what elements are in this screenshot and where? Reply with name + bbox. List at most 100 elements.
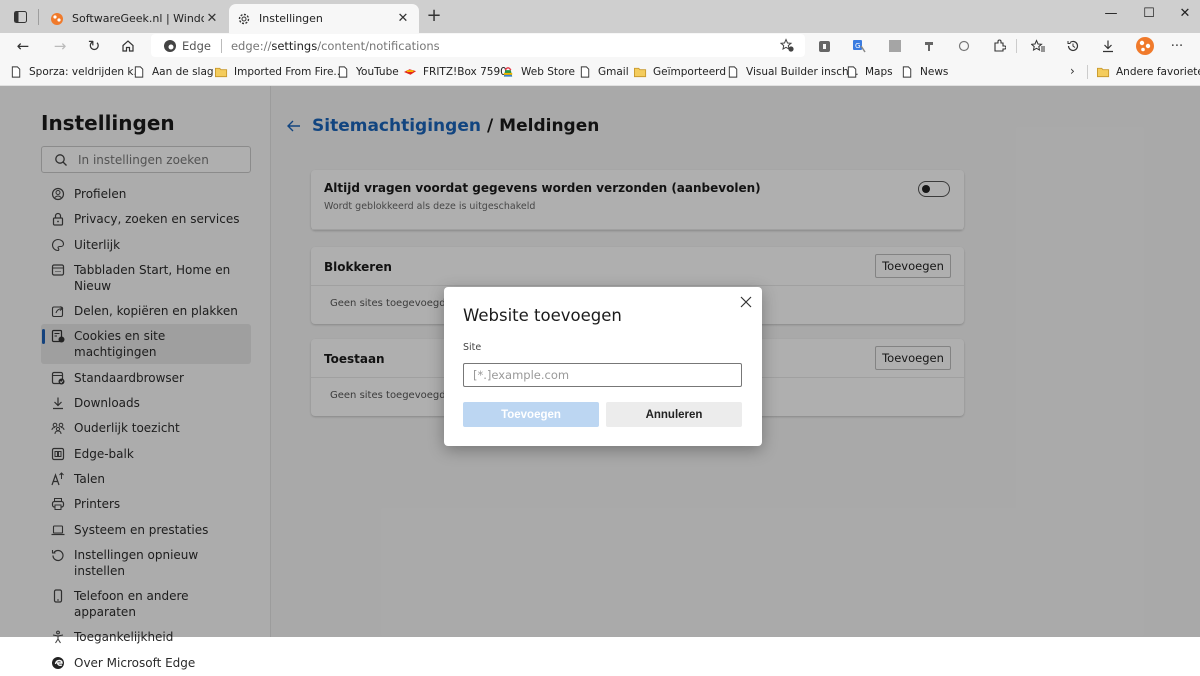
toolbar-separator [1016, 39, 1017, 53]
tab-actions-button[interactable] [9, 8, 31, 26]
extension-translate-button[interactable]: G [850, 37, 868, 55]
tab-instellingen[interactable]: Instellingen ✕ [229, 4, 419, 33]
bookmark-item[interactable]: News [901, 64, 948, 80]
tab-strip: SoftwareGeek.nl | Windows de b ✕ Instell… [0, 0, 1200, 33]
bookmark-label: Visual Builder insch... [746, 66, 859, 78]
bookmark-item[interactable]: Visual Builder insch... [727, 64, 859, 80]
webstore-icon [503, 67, 513, 77]
bookmark-item[interactable]: FRITZ!Box 7590 [404, 64, 507, 80]
page-icon [902, 66, 912, 78]
new-tab-button[interactable]: + [424, 6, 444, 26]
bookmark-label: Gmail [598, 66, 629, 78]
bookmark-label: Maps [865, 66, 893, 78]
close-tab-icon[interactable]: ✕ [395, 11, 411, 26]
site-identity-label: Edge [182, 38, 211, 53]
add-favorite-icon[interactable] [780, 38, 795, 53]
folder-icon [634, 67, 647, 78]
extension-square-icon [889, 40, 901, 52]
folder-icon [1097, 67, 1110, 78]
sidebar-item[interactable]: Over Microsoft Edge [41, 651, 251, 675]
favorites-bar: Sporza: veldrijden k... Aan de slag Import… [0, 58, 1200, 86]
cancel-button[interactable]: Annuleren [606, 402, 742, 427]
tab-actions-icon [13, 11, 27, 23]
page-icon [580, 66, 590, 78]
bookmark-item[interactable]: Web Store [502, 64, 575, 80]
forward-button[interactable]: → [49, 35, 71, 57]
add-website-dialog: Website toevoegen Site Toevoegen Annuler… [444, 287, 762, 446]
bookmark-label: Aan de slag [152, 66, 214, 78]
bookmark-label: Geïmporteerd [653, 66, 726, 78]
bookmark-label: Andere favorieten [1116, 66, 1200, 78]
minimize-button[interactable]: — [1093, 3, 1129, 25]
extension-circle-button[interactable] [955, 37, 973, 55]
extension-tool-button[interactable] [920, 37, 938, 55]
history-icon [1067, 40, 1079, 52]
tab-title: SoftwareGeek.nl | Windows de b [72, 12, 204, 25]
tab-title: Instellingen [259, 12, 323, 25]
bookmark-label: YouTube [356, 66, 399, 78]
page-icon [134, 66, 144, 78]
bookmark-item[interactable]: Aan de slag [133, 64, 214, 80]
profile-button[interactable] [1134, 35, 1156, 57]
gear-icon [238, 13, 250, 24]
arrow-left-icon: ← [16, 37, 30, 55]
edge-logo-icon [52, 656, 64, 669]
url-text: edge://settings/content/notifications [231, 39, 440, 53]
extension-circle-icon [958, 40, 970, 52]
address-separator [220, 38, 222, 53]
bookmark-item[interactable]: Gmail [579, 64, 629, 80]
bookmark-label: News [920, 66, 949, 78]
edge-logo-icon [164, 39, 176, 52]
translate-extension-icon: G [853, 40, 866, 53]
bookmark-item[interactable]: Geïmporteerd [634, 64, 726, 80]
history-button[interactable] [1064, 37, 1082, 55]
softwaregeek-favicon [51, 12, 63, 25]
navigation-bar: ← → ↻ Edge edge://settings/content/notif… [0, 33, 1200, 58]
download-icon [1103, 40, 1113, 53]
more-icon: ··· [1170, 38, 1184, 54]
bookmark-separator [1087, 65, 1088, 79]
page-icon [11, 66, 21, 78]
maximize-button[interactable]: ☐ [1131, 3, 1167, 25]
extensions-button[interactable] [990, 37, 1008, 55]
tab-separator [38, 9, 39, 25]
bookmark-label: FRITZ!Box 7590 [423, 66, 507, 78]
folder-icon [215, 67, 228, 78]
chevron-right-icon[interactable]: › [1070, 64, 1075, 78]
other-favorites-folder[interactable]: Andere favorieten [1097, 64, 1200, 80]
more-menu-button[interactable]: ··· [1168, 37, 1186, 55]
back-button[interactable]: ← [12, 35, 34, 57]
refresh-button[interactable]: ↻ [83, 35, 105, 57]
favorites-button[interactable] [1029, 37, 1047, 55]
bookmark-item[interactable]: Sporza: veldrijden k... [10, 64, 144, 80]
bookmark-label: Web Store [521, 66, 575, 78]
browser-chrome: SoftwareGeek.nl | Windows de b ✕ Instell… [0, 0, 1200, 86]
shield-extension-icon [818, 40, 830, 52]
page-icon [338, 66, 348, 78]
bookmark-label: Sporza: veldrijden k... [29, 66, 144, 78]
add-button[interactable]: Toevoegen [463, 402, 599, 427]
close-window-button[interactable]: ✕ [1167, 3, 1200, 25]
tab-softwaregeek[interactable]: SoftwareGeek.nl | Windows de b ✕ [42, 4, 228, 33]
bookmark-item[interactable]: Maps [846, 64, 893, 80]
bookmark-item[interactable]: Imported From Fire... [215, 64, 343, 80]
page-icon [728, 66, 738, 78]
extension-gray-button[interactable] [886, 37, 904, 55]
extension-tool-icon [925, 42, 933, 51]
site-input[interactable] [463, 363, 742, 387]
home-button[interactable] [117, 35, 139, 57]
url-path: /content/notifications [317, 38, 440, 53]
dialog-title: Website toevoegen [463, 306, 622, 325]
extension-privacy-button[interactable] [815, 37, 833, 55]
close-tab-icon[interactable]: ✕ [204, 11, 220, 26]
downloads-button[interactable] [1099, 37, 1117, 55]
bookmark-item[interactable]: YouTube [337, 64, 399, 80]
svg-text:G: G [855, 42, 860, 50]
fritz-icon [404, 69, 417, 75]
puzzle-icon [994, 39, 1006, 52]
address-bar[interactable]: Edge edge://settings/content/notificatio… [151, 34, 805, 57]
page-icon [847, 66, 857, 78]
bookmark-label: Imported From Fire... [234, 66, 344, 78]
close-icon[interactable] [739, 295, 753, 309]
arrow-right-icon: → [53, 37, 67, 55]
